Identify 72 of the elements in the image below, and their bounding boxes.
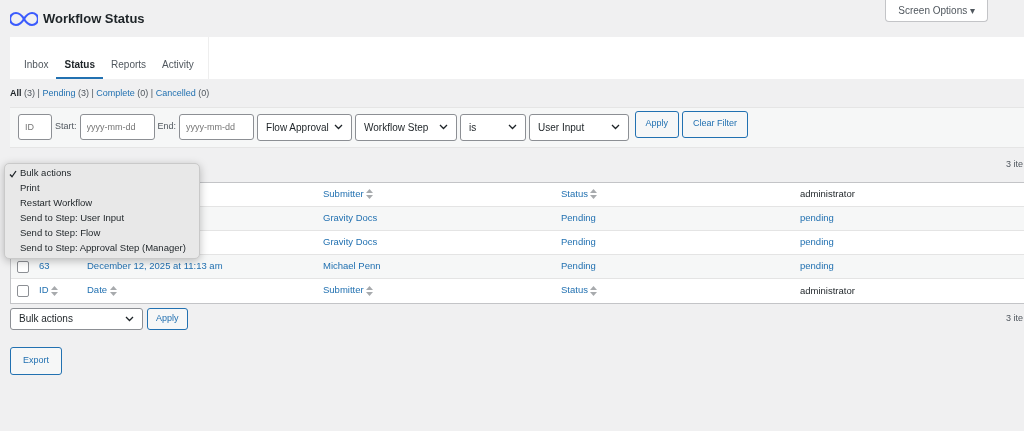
view-count: (3) xyxy=(77,88,89,98)
select-field[interactable]: Flow Approval xyxy=(257,113,353,141)
view-count: (0) xyxy=(198,88,210,98)
select-field[interactable]: is xyxy=(460,113,527,141)
end-label: End: xyxy=(157,120,177,134)
submitter-link[interactable]: Gravity Docs xyxy=(323,212,378,224)
chevron-down-icon xyxy=(125,315,134,322)
column-header[interactable]: Status xyxy=(561,186,588,202)
step-status-link[interactable]: pending xyxy=(800,212,834,224)
logo-icon xyxy=(10,10,38,27)
bulk-actions-select[interactable]: Bulk actions xyxy=(10,307,143,330)
chevron-down-icon xyxy=(611,124,621,130)
status-link[interactable]: Pending xyxy=(561,212,596,224)
page-title: Workflow Status xyxy=(43,9,145,28)
menu-item[interactable]: Bulk actions xyxy=(5,166,199,181)
view-link[interactable]: Pending xyxy=(42,88,76,98)
entry-date[interactable]: December 12, 2025 at 11:13 am xyxy=(87,260,223,272)
status-link[interactable]: Pending xyxy=(561,236,596,248)
chevron-down-icon xyxy=(334,124,344,130)
clear-filter-button[interactable]: Clear Filter xyxy=(682,110,749,138)
sort-icon[interactable] xyxy=(590,285,598,296)
sort-icon[interactable] xyxy=(51,285,58,296)
status-link[interactable]: Pending xyxy=(561,260,596,272)
tab[interactable]: Status xyxy=(56,37,104,79)
view-link[interactable]: Complete xyxy=(96,88,135,98)
separator: | xyxy=(37,88,40,98)
menu-item[interactable]: Restart Workflow xyxy=(5,196,199,211)
export-button[interactable]: Export xyxy=(10,346,62,375)
select-field[interactable]: Workflow Step xyxy=(355,113,458,141)
column-header: administrator xyxy=(800,284,855,296)
submitter-link[interactable]: Michael Penn xyxy=(323,260,381,272)
screen-options-button[interactable]: Screen Options ▾ xyxy=(885,0,988,22)
start-label: Start: xyxy=(55,120,77,134)
view-link[interactable]: Cancelled xyxy=(155,88,196,98)
separator: | xyxy=(150,88,154,98)
checkbox[interactable] xyxy=(17,260,29,273)
step-status-link[interactable]: pending xyxy=(800,260,834,272)
checkbox[interactable] xyxy=(17,285,29,298)
column-header[interactable]: Date xyxy=(87,283,108,298)
step-status-link[interactable]: pending xyxy=(800,236,834,248)
menu-item[interactable]: Send to Step: Approval Step (Manager) xyxy=(5,241,199,256)
chevron-down-icon xyxy=(508,124,518,130)
tab[interactable]: Inbox xyxy=(16,37,57,79)
menu-item[interactable]: Print xyxy=(5,181,199,196)
view-count: (0) xyxy=(137,88,149,98)
column-header[interactable]: ID xyxy=(39,283,49,298)
item-count: 3 ite xyxy=(1006,157,1023,171)
entry-id[interactable]: 63 xyxy=(39,260,50,272)
column-header: administrator xyxy=(800,188,855,200)
tab[interactable]: Activity xyxy=(154,37,202,79)
menu-item[interactable]: Send to Step: Flow xyxy=(5,226,199,241)
sort-icon[interactable] xyxy=(366,285,374,296)
separator: | xyxy=(91,88,94,98)
sort-icon[interactable] xyxy=(109,285,117,296)
apply-button[interactable]: Apply xyxy=(634,110,680,138)
id-field[interactable]: ID xyxy=(18,114,52,140)
menu-item[interactable]: Send to Step: User Input xyxy=(5,211,199,226)
end-date-field[interactable]: yyyy-mm-dd xyxy=(179,114,255,140)
chevron-down-icon xyxy=(439,124,449,130)
item-count: 3 ite xyxy=(1006,311,1023,325)
view-link[interactable]: All xyxy=(10,88,22,98)
sort-icon[interactable] xyxy=(366,189,374,199)
select-field[interactable]: User Input xyxy=(529,113,630,141)
tab[interactable]: Reports xyxy=(103,37,155,79)
column-header[interactable]: Submitter xyxy=(323,186,364,202)
apply-button[interactable]: Apply xyxy=(147,307,188,330)
sort-icon[interactable] xyxy=(590,189,598,199)
column-header[interactable]: Submitter xyxy=(323,283,364,298)
view-count: (3) xyxy=(24,88,36,98)
submitter-link[interactable]: Gravity Docs xyxy=(323,236,378,248)
column-header[interactable]: Status xyxy=(561,283,588,298)
start-date-field[interactable]: yyyy-mm-dd xyxy=(79,114,155,140)
